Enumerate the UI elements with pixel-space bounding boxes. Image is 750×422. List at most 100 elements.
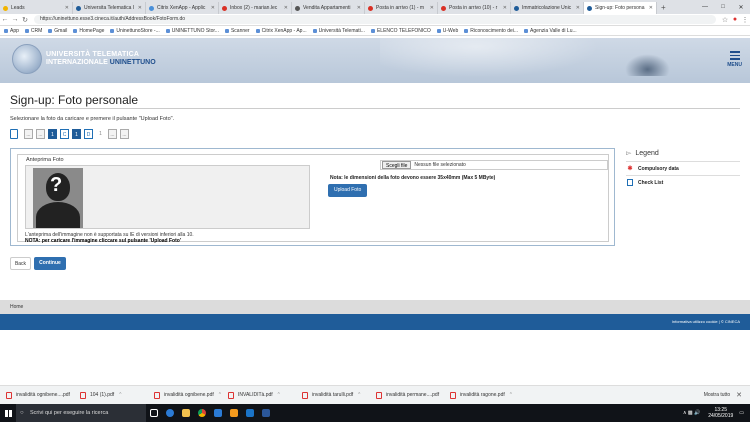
outlook-icon[interactable] bbox=[242, 404, 258, 422]
tab-label: Immatricolazione Unic bbox=[522, 5, 572, 11]
chevron-up-icon[interactable]: ⌃ bbox=[277, 392, 281, 398]
bookmark-item[interactable]: CRM bbox=[24, 28, 42, 34]
choose-file-button[interactable]: Scegli file bbox=[382, 161, 412, 169]
bookmark-item[interactable]: App bbox=[4, 28, 19, 34]
forward-arrow-icon[interactable]: → bbox=[10, 16, 20, 23]
kebab-menu-icon[interactable]: ⋮ bbox=[740, 16, 750, 24]
instruction-text: Selezionare la foto da caricare e premer… bbox=[10, 116, 175, 122]
windows-start-icon[interactable] bbox=[0, 404, 16, 422]
tab-close-icon[interactable]: ✕ bbox=[357, 5, 361, 11]
bookmark-item[interactable]: Scanner bbox=[224, 28, 250, 34]
bookmark-item[interactable]: Agenzia Valle di Lu... bbox=[524, 28, 577, 34]
new-tab-button[interactable]: + bbox=[657, 2, 670, 14]
step-indicator[interactable]: 1 bbox=[48, 129, 57, 139]
tab-close-icon[interactable]: ✕ bbox=[430, 5, 434, 11]
url-field[interactable]: https://uninettuno.esse3.cineca.it/auth/… bbox=[34, 15, 716, 24]
tab-close-icon[interactable]: ✕ bbox=[65, 5, 69, 11]
tab-label: Sign-up: Foto persona bbox=[595, 5, 645, 11]
browser-tab[interactable]: Inbox (2) - marian.lec ✕ bbox=[219, 2, 292, 14]
favicon-icon bbox=[587, 5, 592, 11]
back-arrow-icon[interactable]: ← bbox=[0, 16, 10, 23]
store-icon[interactable] bbox=[210, 404, 226, 422]
photo-panel: Anteprima Foto ? L'anteprima dell'immagi… bbox=[10, 148, 615, 246]
bookmark-icon bbox=[436, 28, 441, 33]
word-icon[interactable] bbox=[258, 404, 274, 422]
download-item[interactable]: invalidità ognibene....pdf⌃ bbox=[0, 391, 74, 399]
bookmark-item[interactable]: Citrix XenApp - Ap... bbox=[255, 28, 307, 34]
upload-photo-button[interactable]: Upload Foto bbox=[328, 184, 368, 197]
chevron-up-icon[interactable]: ⌃ bbox=[118, 392, 122, 398]
download-item[interactable]: invalidità ognibene.pdf ⌃ bbox=[148, 391, 222, 399]
tab-label: Leads bbox=[11, 5, 25, 11]
file-explorer-icon[interactable] bbox=[178, 404, 194, 422]
bookmark-icon bbox=[312, 28, 317, 33]
close-downloads-icon[interactable]: ✕ bbox=[736, 391, 742, 399]
media-icon[interactable] bbox=[226, 404, 242, 422]
bookmark-item[interactable]: UninettunoStore -... bbox=[110, 28, 160, 34]
download-item[interactable]: 104 (1).pdf ⌃ bbox=[74, 391, 148, 399]
chrome-icon[interactable] bbox=[194, 404, 210, 422]
bookmark-item[interactable]: Università Telemati... bbox=[312, 28, 365, 34]
bookmark-icon bbox=[224, 28, 229, 33]
notifications-icon[interactable]: ▭ bbox=[739, 410, 744, 416]
browser-tab[interactable]: Posta in arrivo (10) - r ✕ bbox=[438, 2, 511, 14]
download-item[interactable]: INVALIDITà.pdf ⌃ bbox=[222, 391, 296, 399]
step-indicator[interactable]: ... bbox=[120, 129, 129, 139]
bookmark-item[interactable]: UNINETTUNO Stor... bbox=[165, 28, 219, 34]
step-indicator[interactable]: 1 bbox=[96, 129, 105, 139]
continue-button[interactable]: Continue bbox=[34, 257, 66, 270]
browser-tab[interactable]: Universita Telematica I ✕ bbox=[73, 2, 146, 14]
reload-icon[interactable]: ↻ bbox=[20, 16, 30, 24]
file-input[interactable]: Scegli file Nessun file selezionato bbox=[380, 160, 608, 170]
download-item[interactable]: invalidità ragone.pdf ⌃ bbox=[444, 391, 518, 399]
tab-close-icon[interactable]: ✕ bbox=[284, 5, 288, 11]
step-indicator[interactable]: C bbox=[60, 129, 69, 139]
step-indicator[interactable]: ... bbox=[108, 129, 117, 139]
cookie-link[interactable]: Informativa utilizzo cookie | © CINECA bbox=[672, 319, 740, 324]
browser-tab[interactable]: Citrix XenApp - Applic ✕ bbox=[146, 2, 219, 14]
file-status: Nessun file selezionato bbox=[414, 162, 466, 168]
system-tray: ∧ ▩ 🔊 13:25 24/05/2019 ▭ bbox=[683, 407, 750, 419]
bookmark-item[interactable]: ELENCO TELEFONICO bbox=[370, 28, 431, 34]
browser-tab[interactable]: Leads ✕ bbox=[0, 2, 73, 14]
taskbar-search[interactable]: Scrivi qui per eseguire la ricerca bbox=[16, 404, 146, 422]
upload-note: NOTA: per caricare l'immagine cliccare s… bbox=[25, 238, 182, 244]
tab-close-icon[interactable]: ✕ bbox=[649, 5, 653, 11]
browser-tab[interactable]: Vendita Appartamenti ✕ bbox=[292, 2, 365, 14]
menu-button[interactable]: MENU bbox=[727, 51, 742, 68]
browser-tab[interactable]: Sign-up: Foto persona ✕ bbox=[584, 2, 657, 14]
bookmark-icon bbox=[370, 28, 375, 33]
maximize-icon[interactable]: □ bbox=[714, 4, 732, 10]
close-window-icon[interactable]: ✕ bbox=[732, 4, 750, 11]
legend-panel: ▻ Legend ✱ Compulsory data Check List bbox=[626, 149, 740, 189]
browser-tab[interactable]: Immatricolazione Unic ✕ bbox=[511, 2, 584, 14]
download-item[interactable]: invalidità permane....pdf⌃ bbox=[370, 391, 444, 399]
bookmark-item[interactable]: U-Web bbox=[436, 28, 458, 34]
show-all-downloads-link[interactable]: Mostra tutto bbox=[704, 392, 730, 398]
browser-tab[interactable]: Posta in arrivo (1) - m ✕ bbox=[365, 2, 438, 14]
chevron-up-icon[interactable]: ⌃ bbox=[357, 392, 361, 398]
bookmark-item[interactable]: HomePage bbox=[73, 28, 104, 34]
tab-close-icon[interactable]: ✕ bbox=[576, 5, 580, 11]
bookmark-item[interactable]: Riconoscimento dei... bbox=[464, 28, 518, 34]
step-indicator[interactable]: ... bbox=[24, 129, 33, 139]
favicon-icon bbox=[149, 5, 154, 11]
star-icon[interactable]: ☆ bbox=[720, 16, 730, 24]
bookmark-item[interactable]: Gmail bbox=[48, 28, 67, 34]
tab-close-icon[interactable]: ✕ bbox=[211, 5, 215, 11]
chevron-up-icon[interactable]: ⌃ bbox=[509, 392, 513, 398]
tab-close-icon[interactable]: ✕ bbox=[138, 5, 142, 11]
back-button[interactable]: Back bbox=[10, 257, 31, 270]
task-view-icon[interactable] bbox=[146, 404, 162, 422]
profile-icon[interactable]: ● bbox=[730, 16, 740, 23]
download-item[interactable]: invalidità tarulli.pdf ⌃ bbox=[296, 391, 370, 399]
step-indicator[interactable]: 1 bbox=[72, 129, 81, 139]
step-indicator[interactable]: D bbox=[84, 129, 93, 139]
bookmark-icon bbox=[48, 28, 53, 33]
minimize-icon[interactable]: — bbox=[696, 4, 714, 10]
tab-close-icon[interactable]: ✕ bbox=[503, 5, 507, 11]
edge-icon[interactable] bbox=[162, 404, 178, 422]
step-indicator[interactable]: ... bbox=[36, 129, 45, 139]
footer-home-link[interactable]: Home bbox=[0, 300, 750, 314]
asterisk-icon: ✱ bbox=[627, 166, 633, 172]
